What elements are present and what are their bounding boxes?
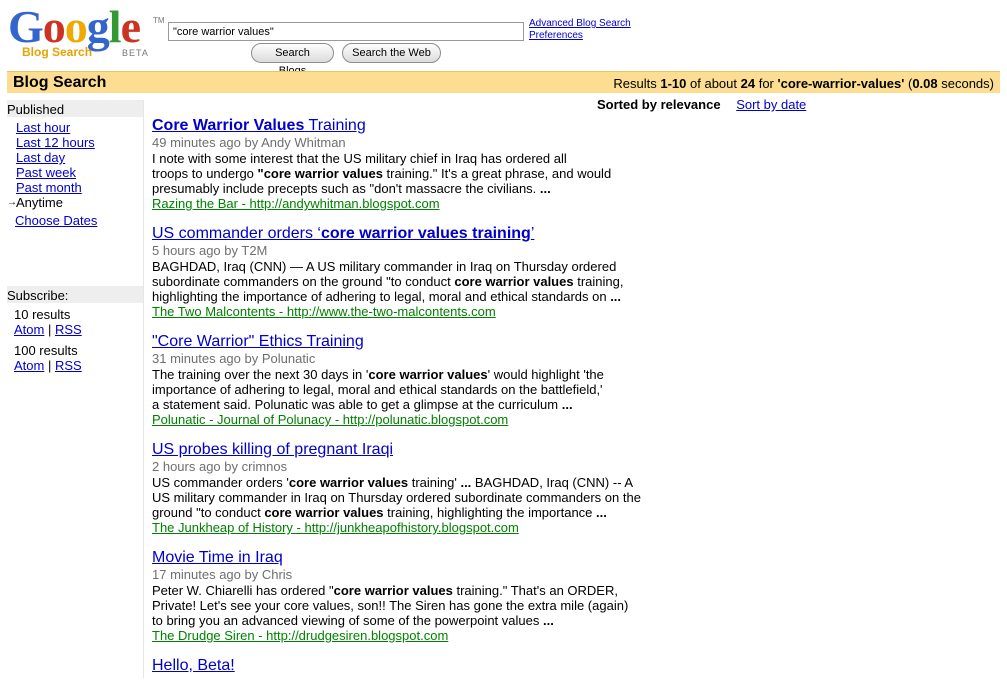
filter-last-12-hours[interactable]: Last 12 hours [7,135,143,150]
subscribe-heading: Subscribe: [7,286,143,303]
result-item: Core Warrior Values Training 49 minutes … [152,117,652,211]
results-count: 24 [740,76,756,91]
sort-relevance-label: Sorted by relevance [597,97,721,112]
results-bar: Blog Search Results 1-10 of about 24 for… [7,71,1000,93]
result-meta: 49 minutes ago by Andy Whitman [152,135,346,150]
result-item: US commander orders ‘core warrior values… [152,225,652,319]
search-web-button[interactable]: Search the Web [342,43,441,63]
page-title: Blog Search [13,74,107,91]
hundred-results-label: 100 results [14,343,78,358]
logo-wordmark: Google [8,1,141,52]
result-item: US probes killing of pregnant Iraqi 2 ho… [152,441,652,535]
arrow-right-icon: → [7,197,17,208]
result-source-link[interactable]: The Drudge Siren - http://drudgesiren.bl… [152,628,448,643]
atom-100-link[interactable]: Atom [14,358,44,373]
results-range: 1-10 [660,76,687,91]
atom-10-link[interactable]: Atom [14,322,44,337]
logo-subtitle: Blog Search [22,45,93,59]
sidebar: Published Last hour Last 12 hours Last d… [7,100,143,373]
rss-10-link[interactable]: RSS [55,322,82,337]
result-snippet: I note with some interest that the US mi… [152,151,612,196]
search-blogs-button[interactable]: Search Blogs [251,43,334,77]
result-source-link[interactable]: Polunatic - Journal of Polunacy - http:/… [152,412,508,427]
ten-results-label: 10 results [14,307,71,322]
result-title-link[interactable]: Movie Time in Iraq [152,549,283,566]
filter-last-day[interactable]: Last day [7,150,143,165]
hundred-results-feeds: Atom | RSS [14,358,82,373]
filter-last-hour[interactable]: Last hour [7,120,143,135]
choose-dates-link[interactable]: Choose Dates [15,213,97,228]
results-query: 'core-warrior-values' [777,76,905,91]
result-snippet: The training over the next 30 days in 'c… [152,367,604,412]
result-title-link[interactable]: "Core Warrior" Ethics Training [152,333,364,350]
result-snippet: BAGHDAD, Iraq (CNN) — A US military comm… [152,259,624,304]
result-snippet: Peter W. Chiarelli has ordered "core war… [152,583,629,628]
sort-by-date-link[interactable]: Sort by date [736,97,806,112]
result-item: Movie Time in Iraq 17 minutes ago by Chr… [152,549,652,643]
header-links: Advanced Blog Search Preferences [529,18,631,42]
ten-results-feeds: Atom | RSS [14,322,82,337]
filter-past-week[interactable]: Past week [7,165,143,180]
result-item: "Core Warrior" Ethics Training 31 minute… [152,333,652,427]
preferences-link[interactable]: Preferences [529,30,631,42]
result-item: Hello, Beta! [152,657,652,675]
result-meta: 17 minutes ago by Chris [152,567,293,582]
results-time: 0.08 [912,76,938,91]
filter-past-month[interactable]: Past month [7,180,143,195]
sort-controls: Sorted by relevance Sort by date [597,97,806,112]
result-meta: 5 hours ago by T2M [152,243,268,258]
result-snippet: US commander orders 'core warrior values… [152,475,641,520]
published-filter-list: Last hour Last 12 hours Last day Past we… [7,120,143,210]
result-source-link[interactable]: The Junkheap of History - http://junkhea… [152,520,519,535]
filter-anytime: → Anytime [7,195,63,210]
beta-label: BETA [122,48,149,58]
results-list: Core Warrior Values Training 49 minutes … [152,117,652,689]
result-meta: 31 minutes ago by Polunatic [152,351,316,366]
advanced-blog-search-link[interactable]: Advanced Blog Search [529,18,631,30]
sidebar-divider [143,100,144,678]
result-source-link[interactable]: The Two Malcontents - http://www.the-two… [152,304,496,319]
result-title-link[interactable]: US probes killing of pregnant Iraqi [152,441,393,458]
result-title-link[interactable]: Hello, Beta! [152,657,235,674]
google-logo[interactable]: Google TM Blog Search BETA [8,1,165,62]
result-meta: 2 hours ago by crimnos [152,459,288,474]
result-title-link[interactable]: US commander orders ‘core warrior values… [152,225,534,242]
result-title-link[interactable]: Core Warrior Values Training [152,117,366,134]
search-input[interactable] [168,22,524,41]
results-stats: Results 1-10 of about 24 for 'core-warri… [613,76,994,91]
published-heading: Published [7,100,143,117]
result-source-link[interactable]: Razing the Bar - http://andywhitman.blog… [152,196,440,211]
logo-trademark: TM [153,16,165,25]
rss-100-link[interactable]: RSS [55,358,82,373]
